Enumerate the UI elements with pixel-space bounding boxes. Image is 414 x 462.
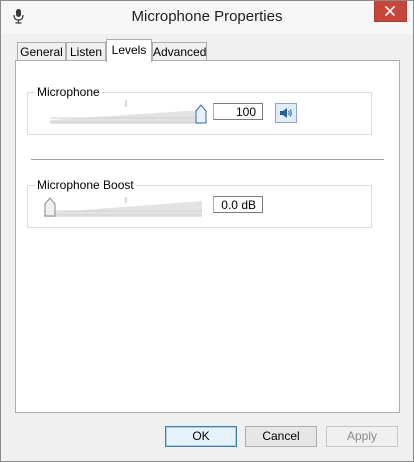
slider-thumb[interactable] xyxy=(195,104,207,124)
tab-advanced[interactable]: Advanced xyxy=(152,42,207,61)
ok-button[interactable]: OK xyxy=(165,426,237,447)
microphone-boost-input[interactable]: 0.0 dB xyxy=(213,196,263,213)
microphone-boost-label: Microphone Boost xyxy=(35,178,136,192)
levels-panel: Microphone 100 Microphone Boost 0.0 dB xyxy=(15,60,400,413)
microphone-level-input[interactable]: 100 xyxy=(213,103,263,120)
microphone-level-slider[interactable] xyxy=(50,98,212,126)
tab-levels[interactable]: Levels xyxy=(106,39,152,62)
tab-general[interactable]: General xyxy=(17,42,66,61)
title-bar[interactable]: Microphone Properties xyxy=(1,1,413,34)
window-title: Microphone Properties xyxy=(131,8,283,25)
close-icon xyxy=(385,6,395,16)
microphone-boost-slider[interactable] xyxy=(44,191,206,219)
apply-button[interactable]: Apply xyxy=(326,426,398,447)
close-button[interactable] xyxy=(374,1,407,22)
properties-window: Microphone Properties General Listen Lev… xyxy=(0,0,414,462)
mute-toggle-button[interactable] xyxy=(275,103,297,123)
speaker-icon xyxy=(280,108,292,118)
cancel-button[interactable]: Cancel xyxy=(245,426,317,447)
tab-listen[interactable]: Listen xyxy=(66,42,106,61)
group-separator xyxy=(31,159,384,160)
microphone-label: Microphone xyxy=(35,85,102,99)
slider-thumb[interactable] xyxy=(44,197,56,217)
microphone-boost-group: Microphone Boost 0.0 dB xyxy=(27,178,372,228)
microphone-group: Microphone 100 xyxy=(27,85,372,135)
